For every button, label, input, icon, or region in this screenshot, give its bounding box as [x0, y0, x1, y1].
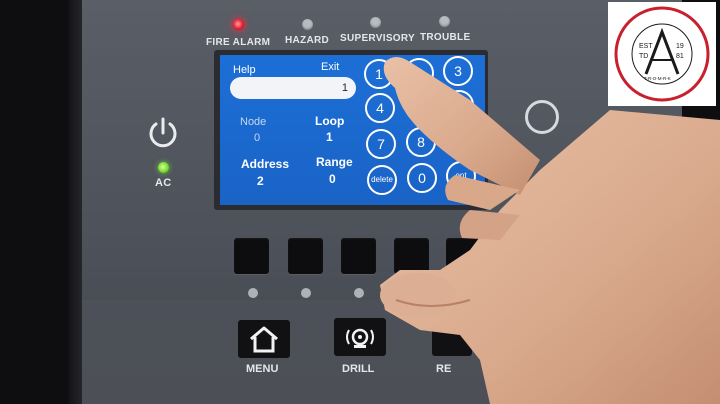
drill-button[interactable]	[334, 318, 386, 356]
company-logo: EST 19 TD 81 T-R-O-M-R-K	[608, 2, 716, 106]
key-9[interactable]: 9	[445, 125, 475, 155]
softkey-led-2	[301, 288, 311, 298]
softkey-led-3	[354, 288, 364, 298]
loop-label: Loop	[315, 114, 345, 128]
exit-button[interactable]: Exit	[321, 61, 339, 73]
key-4[interactable]: 4	[365, 93, 395, 123]
fire-alarm-label: FIRE ALARM	[206, 37, 271, 48]
numeric-entry-field[interactable]: 1	[230, 77, 356, 99]
key-3[interactable]: 3	[443, 56, 473, 86]
address-value[interactable]: 2	[257, 174, 264, 188]
softkey-4[interactable]	[394, 238, 429, 274]
key-7[interactable]: 7	[366, 129, 396, 159]
fire-alarm-led	[233, 19, 244, 30]
logo-year-right: 81	[676, 53, 684, 60]
softkey-2[interactable]	[288, 238, 323, 274]
hazard-label: HAZARD	[285, 35, 330, 46]
help-button[interactable]: Help	[233, 64, 256, 76]
lcd-screen: Help Exit 1 Node 0 Loop 1 Address 2 Rang…	[220, 55, 485, 205]
key-5[interactable]: 5	[405, 92, 435, 122]
range-label: Range	[316, 155, 353, 169]
key-delete[interactable]: delete	[367, 165, 397, 195]
logo-year-left: 19	[676, 43, 684, 50]
home-icon	[250, 326, 278, 353]
hazard-led	[302, 19, 313, 30]
company-seal-icon: EST 19 TD 81 T-R-O-M-R-K	[614, 6, 710, 102]
softkey-5[interactable]	[446, 238, 481, 274]
reset-label: RE	[436, 363, 452, 375]
bell-ringing-icon	[346, 328, 374, 348]
supervisory-label: SUPERVISORY	[340, 33, 415, 44]
logo-letters: T-R-O-M-R-K	[644, 76, 671, 81]
trouble-led	[439, 16, 450, 27]
address-label: Address	[241, 157, 290, 171]
supervisory-led	[370, 17, 381, 28]
node-label: Node	[240, 116, 267, 128]
range-value[interactable]: 0	[329, 172, 336, 186]
menu-button[interactable]	[238, 320, 290, 358]
softkey-led-1	[248, 288, 258, 298]
key-8[interactable]: 8	[406, 127, 436, 157]
drill-label: DRILL	[342, 363, 375, 375]
softkey-led-4	[407, 288, 417, 298]
partial-icon	[525, 100, 559, 134]
power-icon	[145, 115, 181, 151]
ac-label: AC	[155, 177, 172, 189]
logo-est: EST	[639, 43, 653, 50]
key-2[interactable]: 2	[404, 58, 434, 88]
key-6[interactable]: 6	[444, 90, 474, 120]
ac-power-led	[158, 162, 169, 173]
key-1[interactable]: 1	[364, 59, 394, 89]
loop-value[interactable]: 1	[326, 130, 333, 144]
softkey-3[interactable]	[341, 238, 376, 274]
logo-td: TD	[639, 53, 648, 60]
node-value[interactable]: 0	[254, 132, 260, 144]
key-0[interactable]: 0	[407, 163, 437, 193]
key-enter[interactable]: ent	[446, 161, 476, 191]
menu-label: MENU	[246, 363, 279, 375]
reset-button[interactable]	[432, 318, 472, 356]
softkey-1[interactable]	[234, 238, 269, 274]
trouble-label: TROUBLE	[420, 32, 471, 43]
